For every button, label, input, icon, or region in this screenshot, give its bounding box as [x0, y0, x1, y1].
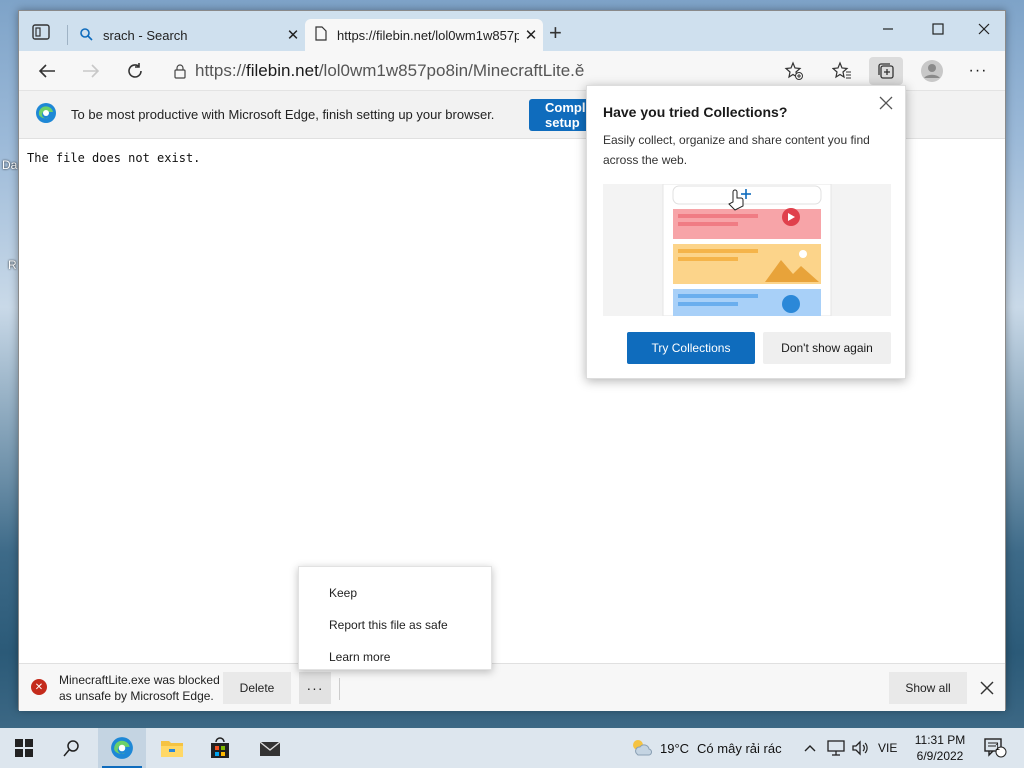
dont-show-again-button[interactable]: Don't show again [763, 332, 891, 364]
popup-description: Easily collect, organize and share conte… [603, 133, 870, 167]
tab-title: https://filebin.net/lol0wm1w857p [337, 27, 519, 43]
taskbar: 19°C Có mây rải rác VIE 11:31 PM 6/9/202… [0, 728, 1024, 768]
add-favorite-icon[interactable] [777, 57, 811, 85]
notification-icon[interactable]: 1 [980, 728, 1010, 768]
favorites-icon[interactable] [825, 57, 859, 85]
lock-icon[interactable] [165, 63, 195, 79]
tab-strip: srach - Search ✕ https://filebin.net/lol… [19, 11, 1005, 51]
try-collections-button[interactable]: Try Collections [627, 332, 755, 364]
download-divider [339, 678, 340, 700]
tab-actions-icon[interactable] [31, 23, 51, 41]
infobar-message: To be most productive with Microsoft Edg… [71, 107, 495, 122]
weather-desc: Có mây rải rác [697, 740, 782, 756]
weather-widget[interactable]: 19°C Có mây rải rác [630, 728, 782, 768]
close-window-icon[interactable] [961, 15, 1007, 43]
store-icon[interactable] [196, 728, 244, 768]
collections-popup: Have you tried Collections? Easily colle… [586, 85, 906, 379]
back-icon[interactable] [31, 57, 63, 85]
edge-logo-icon [35, 102, 57, 127]
search-icon [79, 27, 93, 44]
close-icon[interactable] [875, 92, 897, 114]
taskbar-edge-icon[interactable] [98, 728, 146, 768]
clock[interactable]: 11:31 PM 6/9/2022 [906, 732, 974, 764]
blocked-error-icon: ✕ [31, 679, 47, 695]
mail-icon[interactable] [246, 728, 294, 768]
forward-icon[interactable] [75, 57, 107, 85]
url-text: https://filebin.net/lol0wm1w857po8in/Min… [195, 61, 585, 80]
page-message: The file does not exist. [27, 151, 201, 165]
close-download-bar-icon[interactable] [977, 678, 997, 698]
page-icon [315, 26, 327, 44]
notification-count: 1 [995, 742, 1001, 752]
collections-icon[interactable] [869, 57, 903, 85]
new-tab-icon[interactable]: + [549, 22, 562, 44]
download-context-menu: Keep Report this file as safe Learn more [298, 566, 492, 670]
refresh-icon[interactable] [119, 57, 151, 85]
url-field[interactable]: https://filebin.net/lol0wm1w857po8in/Min… [165, 57, 825, 85]
weather-temp: 19°C [660, 740, 690, 756]
tab-filebin[interactable]: https://filebin.net/lol0wm1w857p ✕ [305, 19, 543, 51]
minimize-icon[interactable] [865, 15, 911, 43]
collections-illustration [603, 184, 891, 316]
partly-cloudy-icon [630, 738, 653, 759]
network-icon[interactable] [824, 728, 848, 768]
download-status: MinecraftLite.exe was blocked as unsafe … [59, 673, 220, 703]
more-options-icon[interactable]: ··· [961, 57, 995, 85]
start-button[interactable] [0, 728, 48, 768]
clock-time: 11:31 PM [914, 733, 966, 747]
language-indicator[interactable]: VIE [878, 728, 897, 768]
menu-item-keep[interactable]: Keep [299, 577, 491, 609]
tab-search[interactable]: srach - Search ✕ [71, 19, 305, 51]
delete-button[interactable]: Delete [223, 672, 291, 704]
close-tab-icon[interactable]: ✕ [519, 26, 543, 44]
menu-item-report-safe[interactable]: Report this file as safe [299, 609, 491, 641]
download-bar: ✕ MinecraftLite.exe was blocked as unsaf… [19, 663, 1005, 711]
download-more-button[interactable]: ··· [299, 672, 331, 704]
chevron-up-icon[interactable] [800, 728, 820, 768]
tab-title: srach - Search [103, 27, 188, 43]
taskbar-search-icon[interactable] [48, 728, 96, 768]
menu-item-learn-more[interactable]: Learn more [299, 641, 491, 673]
volume-icon[interactable] [848, 728, 872, 768]
show-all-button[interactable]: Show all [889, 672, 967, 704]
clock-date: 6/9/2022 [916, 749, 964, 763]
tab-divider [67, 25, 68, 45]
profile-avatar[interactable] [915, 57, 949, 85]
close-tab-icon[interactable]: ✕ [281, 26, 305, 44]
maximize-icon[interactable] [915, 15, 961, 43]
file-explorer-icon[interactable] [148, 728, 196, 768]
desktop-icon-label[interactable]: R [8, 258, 17, 272]
popup-title: Have you tried Collections? [603, 104, 788, 120]
desktop-icon-label[interactable]: Da [2, 158, 17, 172]
